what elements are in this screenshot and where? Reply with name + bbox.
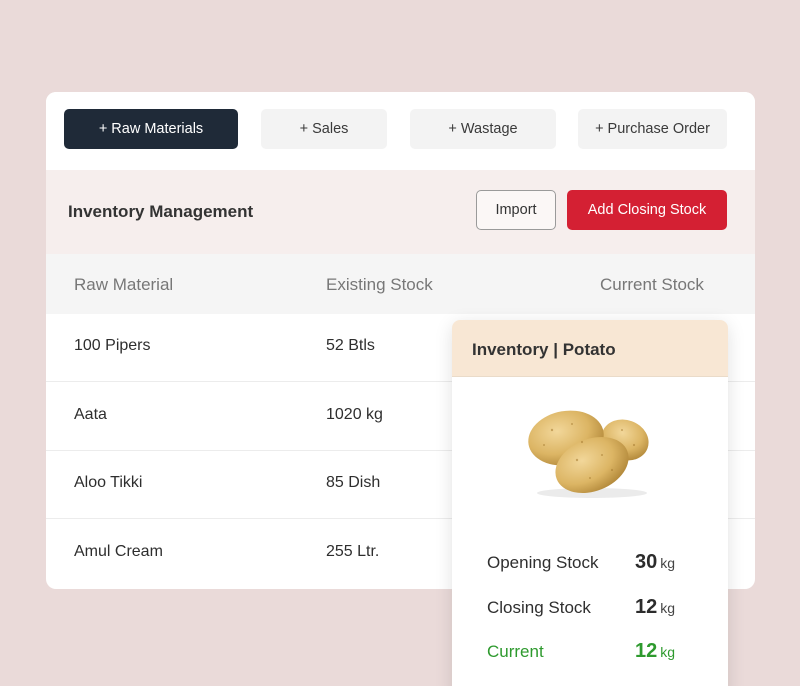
tab-bar: + Raw Materials + Sales + Wastage + Purc… [46, 92, 755, 170]
closing-stock-label: Closing Stock [487, 598, 591, 617]
material-name: Aloo Tikki [74, 474, 143, 491]
column-raw-material[interactable]: Raw Material [74, 275, 173, 295]
opening-stock-label: Opening Stock [487, 553, 599, 572]
closing-stock-unit: kg [660, 600, 676, 616]
current-stock-unit: kg [660, 644, 676, 660]
tab-raw-materials[interactable]: + Raw Materials [64, 109, 238, 149]
column-current-stock[interactable]: Current Stock [600, 275, 704, 295]
existing-stock-value: 1020 kg [326, 406, 383, 423]
popup-title: Inventory | Potato [472, 340, 616, 359]
add-closing-stock-button[interactable]: Add Closing Stock [567, 190, 727, 230]
current-stock-value: 12 kg [635, 640, 675, 663]
popup-header: Inventory | Potato [452, 320, 728, 377]
current-stock-label: Current [487, 642, 544, 661]
existing-stock-value: 85 Dish [326, 474, 381, 491]
table-header: Raw Material Existing Stock Current Stoc… [46, 254, 755, 314]
opening-stock-number: 30 [635, 551, 658, 573]
material-name: Aata [74, 406, 107, 423]
existing-stock-value: 52 Btls [326, 337, 375, 354]
column-existing-stock[interactable]: Existing Stock [326, 275, 433, 295]
import-button[interactable]: Import [476, 190, 556, 230]
material-name: Amul Cream [74, 543, 163, 560]
material-name: 100 Pipers [74, 337, 151, 354]
opening-stock-unit: kg [660, 555, 676, 571]
opening-stock-value: 30 kg [635, 551, 675, 574]
tab-wastage[interactable]: + Wastage [410, 109, 556, 149]
closing-stock-number: 12 [635, 596, 658, 618]
tab-purchase-order[interactable]: + Purchase Order [578, 109, 727, 149]
tab-sales[interactable]: + Sales [261, 109, 387, 149]
header-band: Inventory Management Import Add Closing … [46, 170, 755, 254]
page-title: Inventory Management [68, 202, 254, 221]
current-stock-number: 12 [635, 640, 658, 662]
existing-stock-value: 255 Ltr. [326, 543, 380, 560]
potato-image [528, 410, 649, 498]
closing-stock-value: 12 kg [635, 596, 675, 619]
potato-inventory-popup: Inventory | Potato Opening Stock 30 kg Cl… [452, 320, 728, 686]
